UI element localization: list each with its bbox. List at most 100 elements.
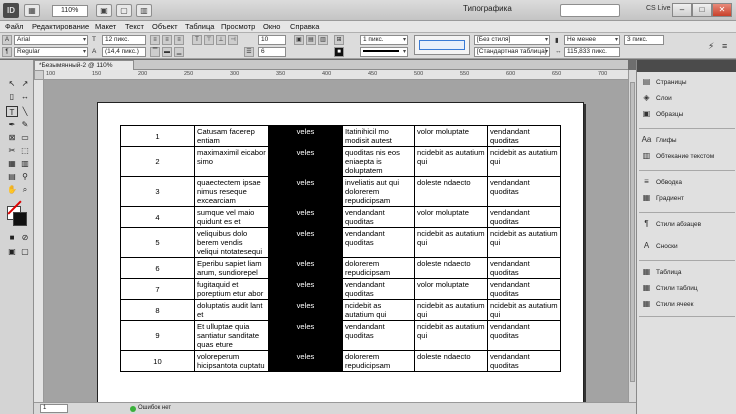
unmerge-cells-icon[interactable]: ▤: [306, 35, 316, 45]
preview-view-icon[interactable]: ▢: [19, 246, 31, 257]
horizontal-ruler[interactable]: 100 150 200 250 300 350 400 450 500 550 …: [44, 70, 628, 80]
table-cell[interactable]: 4: [120, 206, 195, 228]
panel-item[interactable]: ▦ Таблица: [641, 266, 733, 280]
table-cell[interactable]: vendandant quoditas: [487, 350, 561, 372]
align-right-icon[interactable]: ≡: [174, 35, 184, 45]
table-cell[interactable]: 7: [120, 278, 195, 300]
stroke-weight-field[interactable]: 1 пикс. ▾: [360, 35, 408, 45]
rotate-text-icon[interactable]: T: [192, 35, 202, 45]
table-cell[interactable]: ncidebit as autatium qui: [414, 146, 488, 177]
cell-style-field[interactable]: [Без стиля] ▾: [474, 35, 550, 45]
ruler-origin[interactable]: [34, 70, 44, 80]
table-row[interactable]: 5 veliquibus dolo berem vendis veliqui nt…: [120, 227, 561, 258]
table-cell[interactable]: ncidebit as autatium qui: [342, 299, 415, 321]
menu-file[interactable]: Файл: [5, 22, 23, 31]
table-row[interactable]: 10 voloreperum hicipsantota cuptatu veles d…: [120, 350, 561, 372]
selection-tool-icon[interactable]: ↖: [6, 78, 18, 89]
normal-view-icon[interactable]: ▣: [6, 246, 18, 257]
table-cell[interactable]: vendandant quoditas: [342, 320, 415, 351]
table-style-field[interactable]: [Стандартная таблица] ▾: [474, 47, 550, 57]
text-mode-icon[interactable]: A: [2, 35, 12, 45]
workspace-switcher[interactable]: Типографика: [463, 4, 512, 13]
apply-none-icon[interactable]: ⊘: [19, 232, 31, 243]
apply-color-icon[interactable]: ■: [6, 232, 18, 243]
direct-selection-tool-icon[interactable]: ↗: [19, 78, 31, 89]
table-cell[interactable]: 5: [120, 227, 195, 258]
table-cell[interactable]: 3: [120, 176, 195, 207]
panel-dock-header[interactable]: [637, 60, 736, 72]
table-cell[interactable]: ncidebit as autatium qui: [487, 146, 561, 177]
align-left-icon[interactable]: ≡: [150, 35, 160, 45]
screen-mode-icon[interactable]: ▢: [116, 4, 132, 17]
table-row[interactable]: 9 Et ulluptae quia santiatur sanditate qu…: [120, 320, 561, 351]
table-cell[interactable]: vendandant quoditas: [487, 278, 561, 300]
table-cell[interactable]: veles: [268, 320, 343, 351]
table-row[interactable]: 3 quaectectem ipsae nimus reseque excearc…: [120, 176, 561, 207]
maximize-button[interactable]: □: [692, 3, 712, 17]
minimize-button[interactable]: –: [672, 3, 692, 17]
table-cell[interactable]: dolorerem repudicipsam: [342, 350, 415, 372]
panel-item[interactable]: ¶ Стили абзацев: [641, 218, 733, 232]
gradient-feather-tool-icon[interactable]: ▥: [19, 158, 31, 169]
rows-field[interactable]: 10: [258, 35, 286, 45]
table-cell[interactable]: 2: [120, 146, 195, 177]
cols-field[interactable]: 6: [258, 47, 286, 57]
table-cell[interactable]: veles: [268, 125, 343, 147]
menu-window[interactable]: Окно: [263, 22, 280, 31]
valign-top-icon[interactable]: ▔: [150, 47, 160, 57]
table-preview-box[interactable]: [414, 35, 470, 55]
table-cell[interactable]: veles: [268, 176, 343, 207]
preflight-status-text[interactable]: Ошибок нет: [138, 405, 171, 411]
rotate-text-270-icon[interactable]: ⊣: [228, 35, 238, 45]
vertical-scrollbar[interactable]: [628, 70, 636, 402]
table-cell[interactable]: dolorerem repudicipsam: [342, 257, 415, 279]
free-transform-tool-icon[interactable]: ⬚: [19, 145, 31, 156]
table-cell[interactable]: vendandant quoditas: [342, 278, 415, 300]
view-options-icon[interactable]: ▣: [96, 4, 112, 17]
table-cell[interactable]: ncidebit as autatium qui: [487, 299, 561, 321]
gradient-tool-icon[interactable]: ▦: [6, 158, 18, 169]
panel-item[interactable]: A Сноски: [641, 240, 733, 254]
panel-item[interactable]: ▤ Страницы: [641, 76, 733, 90]
table-cell[interactable]: fugitaquid et poreptium etur abor: [194, 278, 269, 300]
table-cell[interactable]: vendandant quoditas: [487, 206, 561, 228]
table-cell[interactable]: ncidebit as autatium qui: [414, 299, 488, 321]
menu-help[interactable]: Справка: [290, 22, 319, 31]
panel-item[interactable]: ◈ Слои: [641, 92, 733, 106]
table-cell[interactable]: 1: [120, 125, 195, 147]
table-cell[interactable]: maximaximil eicabor simo: [194, 146, 269, 177]
table-cell[interactable]: doleste ndaecto: [414, 176, 488, 207]
note-tool-icon[interactable]: ▤: [6, 171, 18, 182]
page-tool-icon[interactable]: ▯: [6, 91, 18, 102]
table-row[interactable]: 6 Eperibu sapiet liam arum, sundiorepel ve…: [120, 257, 561, 279]
gap-tool-icon[interactable]: ↔: [19, 91, 31, 102]
font-style-field[interactable]: Regular ▾: [14, 47, 88, 57]
hand-tool-icon[interactable]: ✋: [6, 184, 18, 195]
table-cell[interactable]: inveliatis aut qui dolorerem repudicipsa…: [342, 176, 415, 207]
panel-item[interactable]: ▦ Стили таблиц: [641, 282, 733, 296]
panel-menu-icon[interactable]: ≡: [722, 41, 727, 51]
panel-item[interactable]: Aa Глифы: [641, 134, 733, 148]
table-cell[interactable]: 10: [120, 350, 195, 372]
panel-item[interactable]: ▦ Градиент: [641, 192, 733, 206]
table-cell[interactable]: vendandant quoditas: [342, 206, 415, 228]
table-row[interactable]: 2 maximaximil eicabor simo veles quoditas n…: [120, 146, 561, 177]
cs-live-button[interactable]: CS Live: [646, 5, 671, 12]
menu-text[interactable]: Текст: [125, 22, 144, 31]
split-cells-icon[interactable]: ▥: [318, 35, 328, 45]
align-center-icon[interactable]: ≡: [162, 35, 172, 45]
table-cell[interactable]: 9: [120, 320, 195, 351]
table-cell[interactable]: quaectectem ipsae nimus reseque excearci…: [194, 176, 269, 207]
eyedropper-tool-icon[interactable]: ⚲: [19, 171, 31, 182]
type-tool-icon[interactable]: T: [6, 106, 18, 117]
table-cell[interactable]: veles: [268, 350, 343, 372]
stroke-swatch[interactable]: [13, 212, 27, 226]
table-cell[interactable]: sumque vel maio quidunt es et: [194, 206, 269, 228]
table-cell[interactable]: 6: [120, 257, 195, 279]
stroke-type-field[interactable]: ▾: [360, 47, 408, 57]
lightning-icon[interactable]: ⚡: [708, 41, 714, 52]
table-row[interactable]: 1 Catusam facerep entiam veles Itatinihicil…: [120, 125, 561, 147]
table-cell[interactable]: Catusam facerep entiam: [194, 125, 269, 147]
scrollbar-thumb[interactable]: [630, 82, 635, 382]
fill-swatch-icon[interactable]: ■: [334, 47, 344, 57]
